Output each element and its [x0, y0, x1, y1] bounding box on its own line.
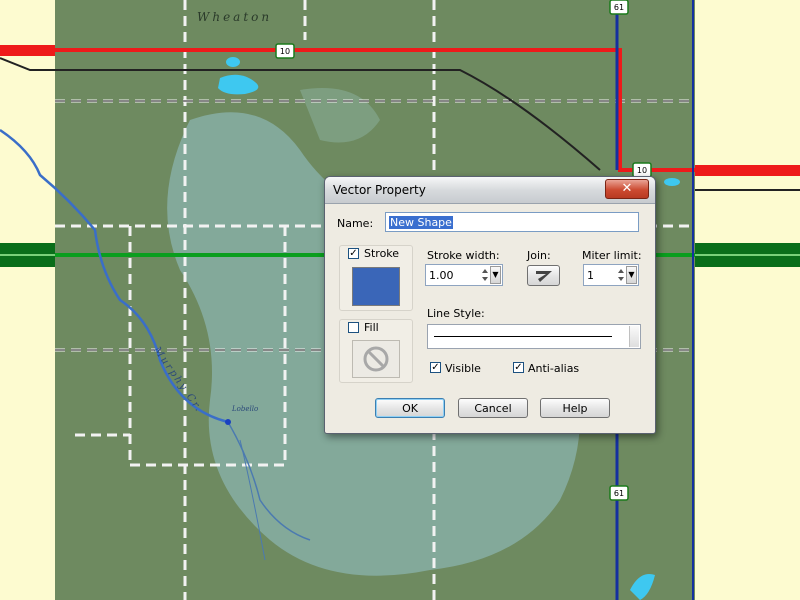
visible-label: Visible — [445, 362, 481, 375]
join-label: Join: — [527, 249, 551, 262]
shield-label: 61 — [614, 489, 624, 498]
shield-label: 10 — [280, 47, 290, 56]
swamp-label: Lobello — [232, 405, 259, 413]
fill-color-swatch[interactable] — [352, 340, 400, 378]
shield-label: 10 — [637, 166, 647, 175]
fill-label: Fill — [364, 321, 379, 334]
fill-group: Fill — [339, 319, 413, 383]
stroke-width-value: 1.00 — [429, 269, 454, 282]
no-fill-icon — [363, 346, 389, 372]
spin-arrows-icon[interactable] — [616, 266, 626, 284]
line-style-preview — [434, 336, 612, 337]
miter-limit-label: Miter limit: — [582, 249, 642, 262]
help-button[interactable]: Help — [540, 398, 610, 418]
dialog-titlebar[interactable]: Vector Property ✕ — [325, 177, 655, 204]
chevron-down-icon[interactable]: ▼ — [626, 266, 637, 284]
line-style-dropdown[interactable] — [427, 324, 641, 349]
name-label: Name: — [337, 217, 374, 230]
line-style-scroll[interactable] — [629, 326, 639, 347]
name-value: New Shape — [389, 216, 453, 229]
antialias-checkbox[interactable]: ✓ — [513, 362, 524, 373]
miter-limit-spinner[interactable]: 1 ▼ — [583, 264, 639, 286]
stroke-label: Stroke — [364, 247, 400, 260]
join-style-button[interactable] — [527, 265, 560, 286]
close-button[interactable]: ✕ — [605, 179, 649, 199]
line-style-label: Line Style: — [427, 307, 485, 320]
close-icon: ✕ — [621, 181, 633, 196]
ok-button[interactable]: OK — [375, 398, 445, 418]
cancel-button[interactable]: Cancel — [458, 398, 528, 418]
join-style-icon — [535, 271, 552, 282]
antialias-label: Anti-alias — [528, 362, 580, 375]
stroke-color-swatch[interactable] — [352, 267, 400, 306]
chevron-down-icon[interactable]: ▼ — [490, 266, 501, 284]
spin-arrows-icon[interactable] — [480, 266, 490, 284]
stroke-width-label: Stroke width: — [427, 249, 500, 262]
miter-limit-value: 1 — [587, 269, 594, 282]
fill-checkbox[interactable] — [348, 322, 359, 333]
visible-checkbox[interactable]: ✓ — [430, 362, 441, 373]
vector-property-dialog[interactable]: Vector Property ✕ Name: New Shape ✓ Stro… — [324, 176, 656, 434]
stroke-width-spinner[interactable]: 1.00 ▼ — [425, 264, 503, 286]
stroke-group: ✓ Stroke — [339, 245, 413, 311]
dialog-title: Vector Property — [333, 183, 426, 197]
name-input[interactable]: New Shape — [385, 212, 639, 232]
shield-label: 61 — [614, 3, 624, 12]
stroke-checkbox[interactable]: ✓ — [348, 248, 359, 259]
town-label: Wheaton — [197, 10, 273, 24]
